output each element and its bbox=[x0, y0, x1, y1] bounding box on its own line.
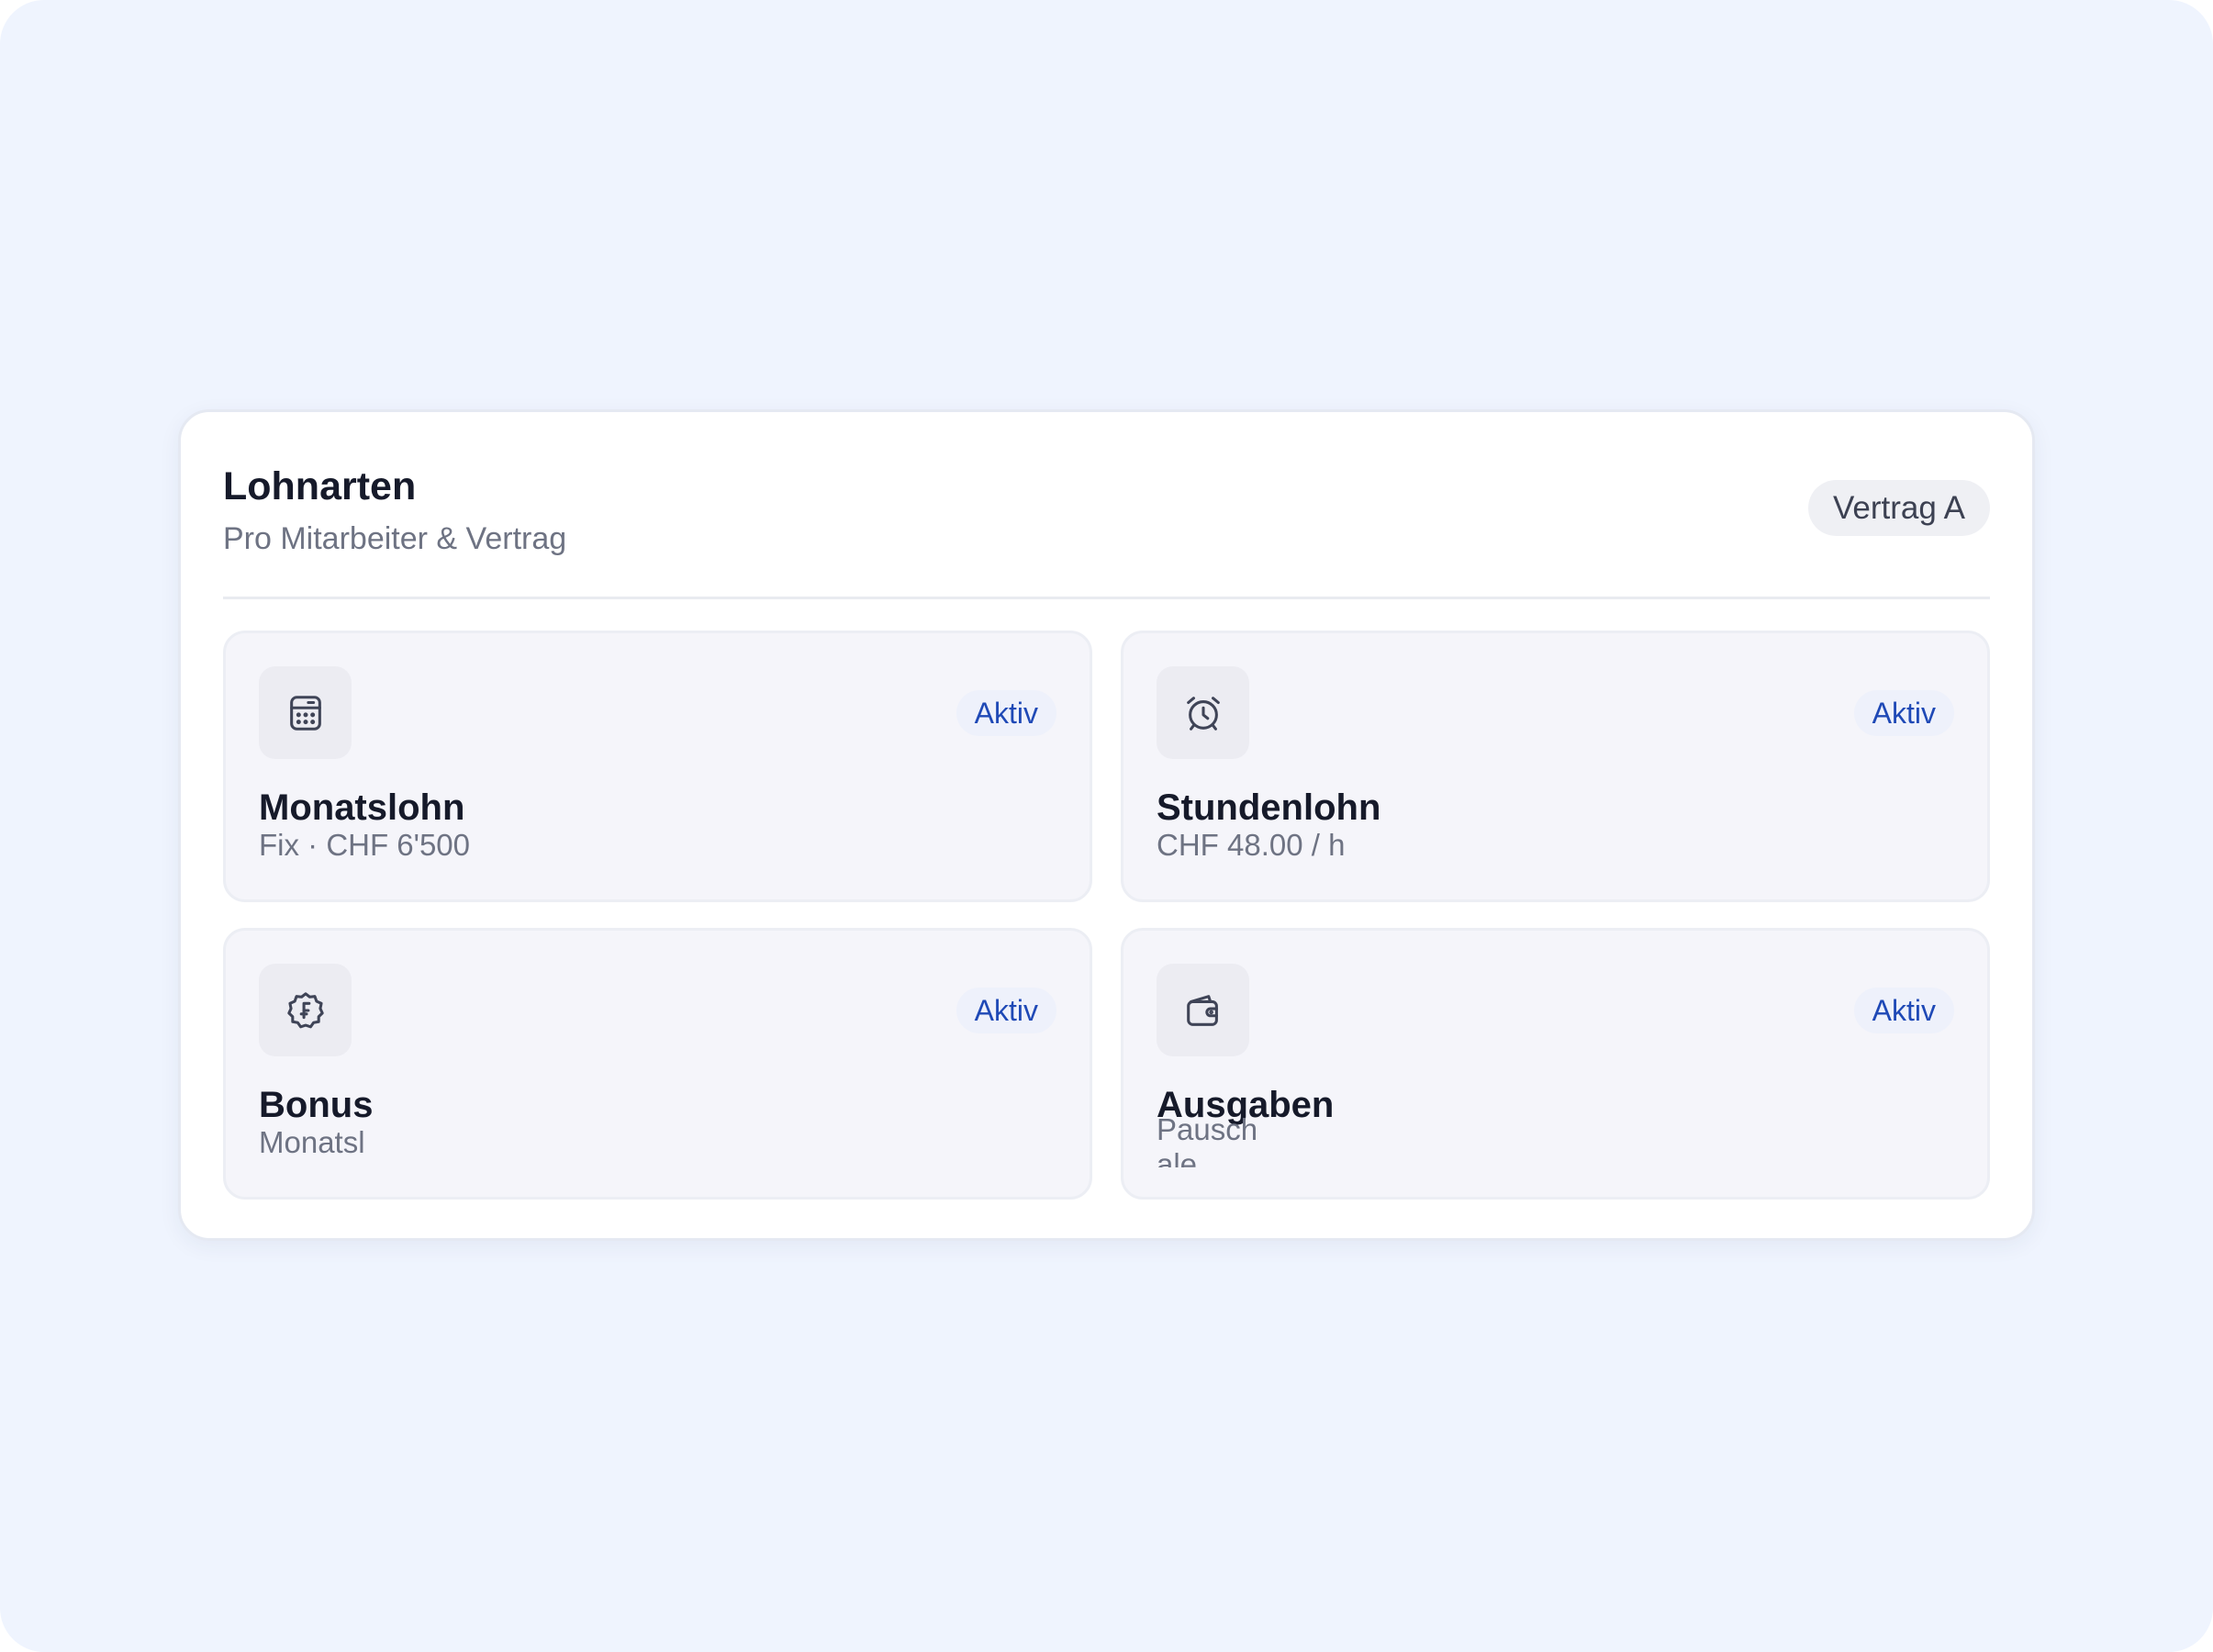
wallet-icon bbox=[1157, 964, 1249, 1056]
panel-subtitle: Pro Mitarbeiter & Vertrag bbox=[223, 521, 567, 556]
card-title: Stundenlohn bbox=[1157, 787, 1381, 828]
contract-selector[interactable]: Vertrag A bbox=[1808, 480, 1990, 536]
status-badge: Aktiv bbox=[1853, 988, 1954, 1033]
alarm-clock-icon bbox=[1157, 666, 1249, 759]
wage-type-card-bonus[interactable]: Aktiv Bonus Monatsl bbox=[223, 928, 1092, 1200]
franc-badge-icon bbox=[259, 964, 352, 1056]
wage-type-card-monatslohn[interactable]: Aktiv Monatslohn Fix · CHF 6'500 bbox=[223, 631, 1092, 902]
wage-type-card-ausgaben[interactable]: Aktiv Ausgaben Pauschale bbox=[1121, 928, 1990, 1200]
status-badge: Aktiv bbox=[956, 988, 1056, 1033]
status-badge: Aktiv bbox=[1853, 690, 1954, 736]
wage-types-panel: Lohnarten Pro Mitarbeiter & Vertrag Vert… bbox=[178, 409, 2035, 1241]
calculator-icon bbox=[259, 666, 352, 759]
card-subtitle: Monatsl bbox=[259, 1125, 365, 1159]
wage-type-card-stundenlohn[interactable]: Aktiv Stundenlohn CHF 48.00 / h bbox=[1121, 631, 1990, 902]
card-title: Monatslohn bbox=[259, 787, 465, 828]
status-badge: Aktiv bbox=[956, 690, 1056, 736]
card-subtitle: Fix · CHF 6'500 bbox=[259, 828, 471, 862]
card-subtitle: Pauschale bbox=[1157, 1112, 1258, 1167]
card-subtitle: CHF 48.00 / h bbox=[1157, 828, 1346, 862]
card-title: Bonus bbox=[259, 1085, 374, 1125]
panel-title: Lohnarten bbox=[223, 464, 417, 508]
panel-header: Lohnarten Pro Mitarbeiter & Vertrag Vert… bbox=[223, 412, 1990, 599]
